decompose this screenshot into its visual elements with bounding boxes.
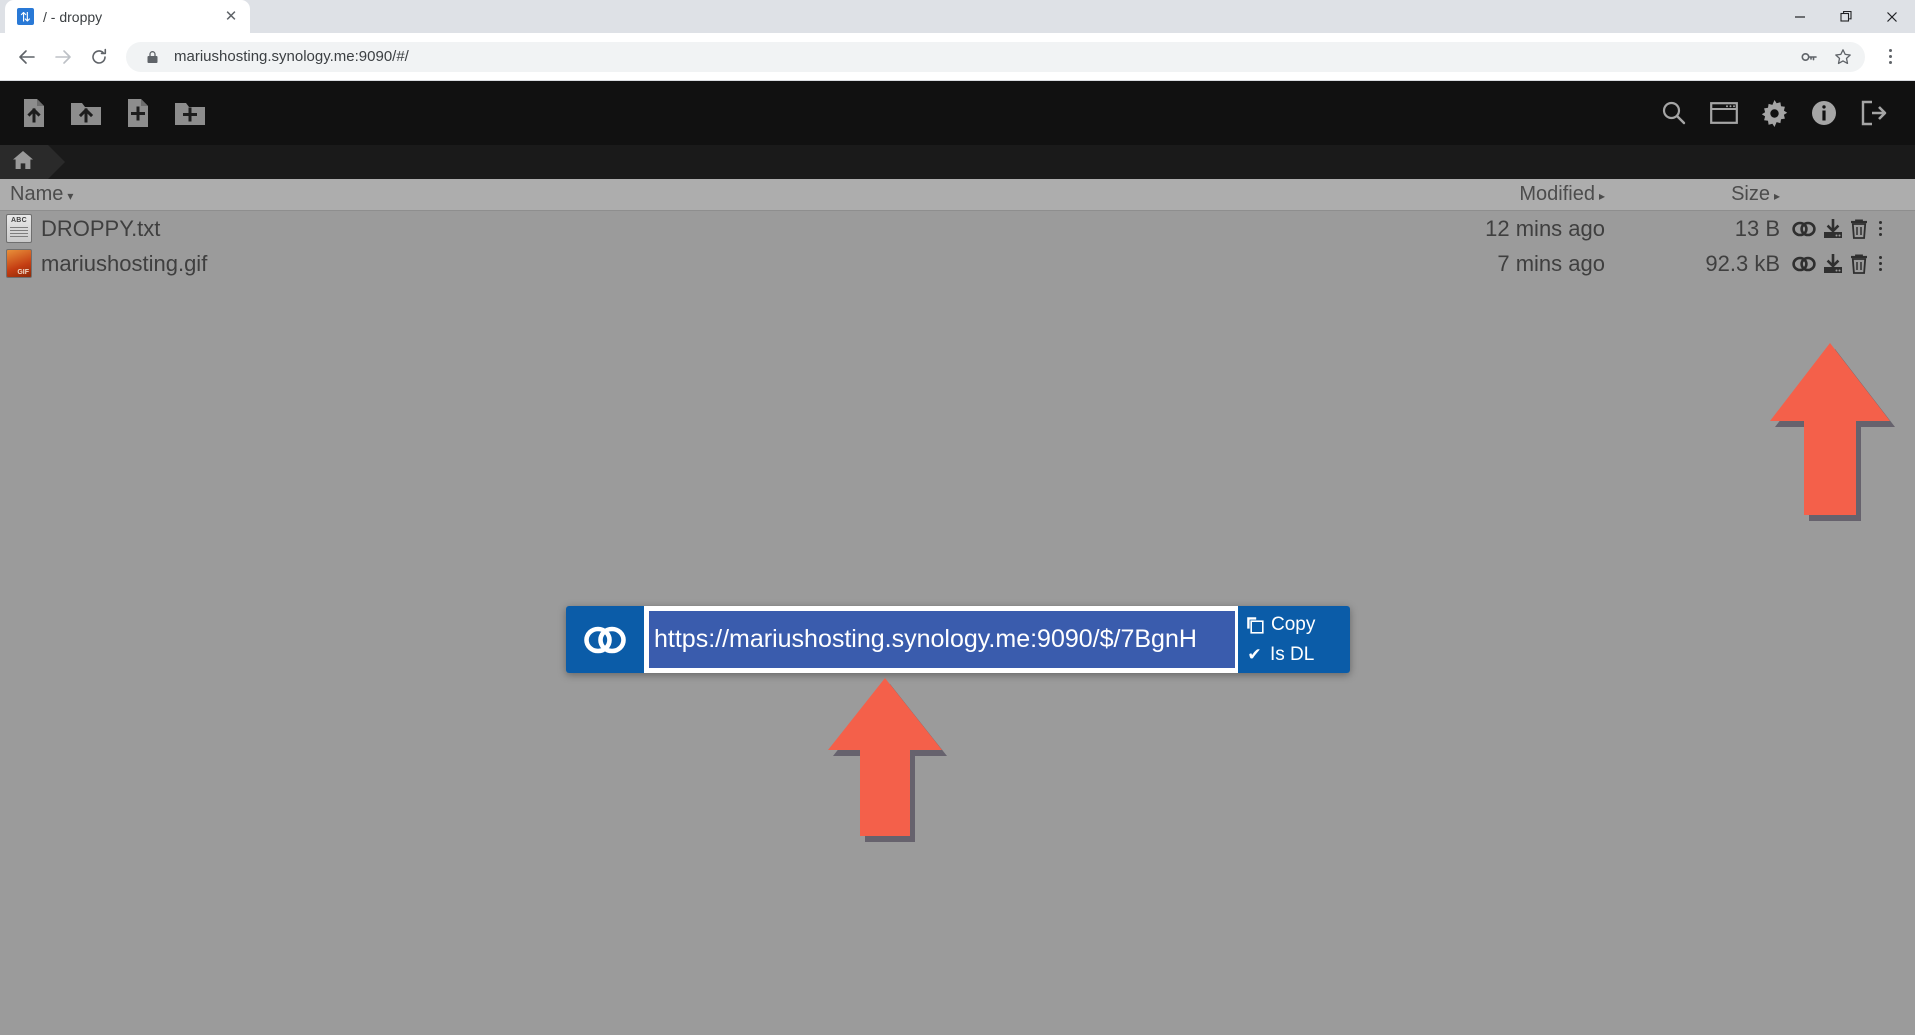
key-icon[interactable] [1797,45,1821,69]
logout-icon[interactable] [1849,87,1899,139]
column-header-modified[interactable]: Modified ▸ [1305,183,1605,206]
column-header-size[interactable]: Size ▸ [1605,183,1780,206]
droppy-app: Name▾ Modified▸ Size▸ DROPPY.txt 12 mins… [0,81,1915,1035]
file-name: DROPPY.txt [41,215,161,241]
file-modified: 7 mins ago [1497,250,1605,276]
more-icon[interactable] [1875,221,1886,236]
window-controls [1777,0,1915,33]
column-header-name[interactable]: Name ▾ [0,183,1305,206]
breadcrumb-home[interactable] [0,145,65,179]
copy-button[interactable]: Copy [1246,612,1350,638]
folder-add-icon[interactable] [164,87,216,139]
is-dl-toggle[interactable]: ✔ Is DL [1246,642,1350,668]
chain-link-icon [566,606,644,673]
file-name-cell[interactable]: DROPPY.txt [0,214,1305,243]
delete-icon[interactable] [1850,219,1868,239]
close-icon[interactable]: ✕ [221,7,241,27]
search-icon[interactable] [1649,87,1699,139]
browser-toolbar: mariushosting.synology.me:9090/#/ [0,33,1915,81]
arrow-to-url-field [828,678,953,848]
more-icon[interactable] [1875,256,1886,271]
table-row[interactable]: mariushosting.gif 7 mins ago 92.3 kB [0,246,1915,281]
copy-icon [1246,616,1264,634]
copy-label: Copy [1271,613,1316,635]
file-list-header: Name ▾ Modified ▸ Size ▸ [0,179,1915,211]
file-name: mariushosting.gif [41,250,208,276]
file-name-cell[interactable]: mariushosting.gif [0,249,1305,278]
lock-icon [140,45,164,69]
gif-file-icon [6,249,32,278]
breadcrumb [0,145,1915,179]
table-row[interactable]: DROPPY.txt 12 mins ago 13 B [0,211,1915,246]
file-upload-icon[interactable] [8,87,60,139]
download-icon[interactable] [1823,253,1843,274]
sort-caret-icon: ▸ [1773,189,1780,203]
reload-icon[interactable] [82,40,116,74]
maximize-button[interactable] [1823,0,1869,33]
link-icon[interactable] [1792,221,1816,237]
text-file-icon [6,214,32,243]
file-add-icon[interactable] [112,87,164,139]
folder-upload-icon[interactable] [60,87,112,139]
file-modified: 12 mins ago [1485,215,1605,241]
download-icon[interactable] [1823,218,1843,239]
forward-arrow-icon[interactable] [46,40,80,74]
chrome-menu-icon[interactable] [1875,42,1905,72]
share-dialog-actions: Copy ✔ Is DL [1238,606,1350,673]
file-size: 13 B [1734,215,1780,241]
back-arrow-icon[interactable] [10,40,44,74]
window-close-button[interactable] [1869,0,1915,33]
window-icon[interactable] [1699,87,1749,139]
browser-tab-title: / - droppy [43,8,103,25]
gear-icon[interactable] [1749,87,1799,139]
browser-tab[interactable]: / - droppy ✕ [5,0,250,33]
toolbar-left-group [8,87,216,139]
share-url-input[interactable]: https://mariushosting.synology.me:9090/$… [649,611,1235,668]
sort-caret-icon: ▾ [67,189,74,203]
home-icon [12,150,34,175]
file-size: 92.3 kB [1705,250,1780,276]
address-bar-url: mariushosting.synology.me:9090/#/ [174,48,409,65]
minimize-button[interactable] [1777,0,1823,33]
row-actions [1780,253,1915,274]
arrow-to-link-button [1770,343,1900,528]
share-link-dialog: https://mariushosting.synology.me:9090/$… [566,606,1350,673]
droppy-favicon [17,8,34,25]
check-icon: ✔ [1247,644,1262,664]
row-actions [1780,218,1915,239]
toolbar-right-group [1649,87,1899,139]
star-icon[interactable] [1831,45,1855,69]
share-url-field-wrapper: https://mariushosting.synology.me:9090/$… [644,606,1238,673]
address-bar[interactable]: mariushosting.synology.me:9090/#/ [126,41,1865,72]
app-toolbar [0,81,1915,145]
is-dl-label: Is DL [1270,643,1315,665]
browser-tab-strip: / - droppy ✕ [0,0,1915,33]
delete-icon[interactable] [1850,254,1868,274]
link-icon[interactable] [1792,256,1816,272]
info-icon[interactable] [1799,87,1849,139]
